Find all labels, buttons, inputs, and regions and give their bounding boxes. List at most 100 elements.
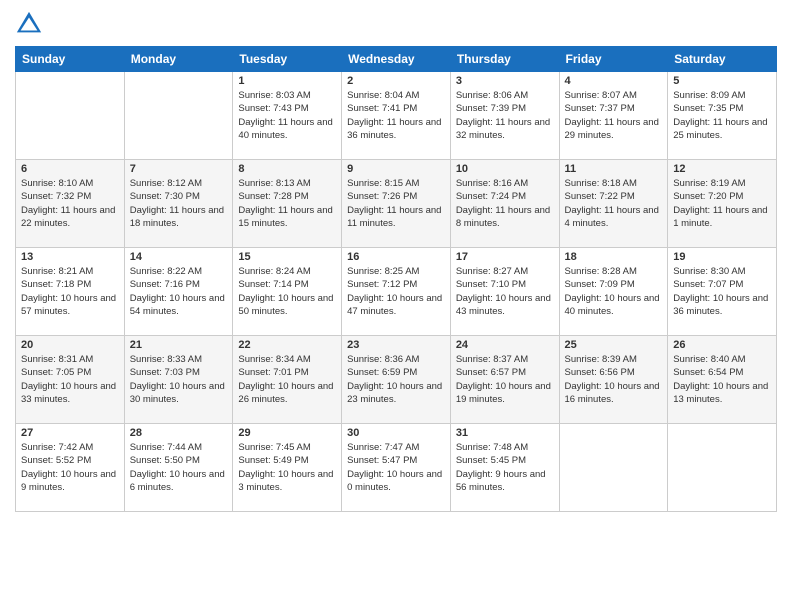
day-info: Sunrise: 8:40 AM Sunset: 6:54 PM Dayligh…	[673, 353, 771, 406]
day-number: 15	[238, 251, 336, 263]
weekday-header-tuesday: Tuesday	[233, 47, 342, 72]
day-number: 16	[347, 251, 445, 263]
day-cell: 27 Sunrise: 7:42 AM Sunset: 5:52 PM Dayli…	[16, 424, 125, 512]
day-cell: 17 Sunrise: 8:27 AM Sunset: 7:10 PM Dayli…	[450, 248, 559, 336]
day-info: Sunrise: 8:34 AM Sunset: 7:01 PM Dayligh…	[238, 353, 336, 406]
day-cell: 11 Sunrise: 8:18 AM Sunset: 7:22 PM Dayli…	[559, 160, 668, 248]
calendar-table: SundayMondayTuesdayWednesdayThursdayFrid…	[15, 46, 777, 512]
day-number: 8	[238, 163, 336, 175]
day-cell: 10Sunrise: 8:16 AM Sunset: 7:24 PM Dayli…	[450, 160, 559, 248]
day-cell: 1 Sunrise: 8:03 AM Sunset: 7:43 PM Daylig…	[233, 72, 342, 160]
day-cell: 12Sunrise: 8:19 AM Sunset: 7:20 PM Dayli…	[668, 160, 777, 248]
day-info: Sunrise: 7:47 AM Sunset: 5:47 PM Dayligh…	[347, 441, 445, 494]
day-info: Sunrise: 8:21 AM Sunset: 7:18 PM Dayligh…	[21, 265, 119, 318]
day-cell: 24 Sunrise: 8:37 AM Sunset: 6:57 PM Dayli…	[450, 336, 559, 424]
day-info: Sunrise: 8:25 AM Sunset: 7:12 PM Dayligh…	[347, 265, 445, 318]
day-cell	[668, 424, 777, 512]
day-info: Sunrise: 8:36 AM Sunset: 6:59 PM Dayligh…	[347, 353, 445, 406]
day-info: Sunrise: 8:12 AM Sunset: 7:30 PM Dayligh…	[130, 177, 228, 230]
day-cell: 21 Sunrise: 8:33 AM Sunset: 7:03 PM Dayli…	[124, 336, 233, 424]
day-number: 21	[130, 339, 228, 351]
day-number: 10	[456, 163, 554, 175]
week-row-1: 1 Sunrise: 8:03 AM Sunset: 7:43 PM Daylig…	[16, 72, 777, 160]
day-cell: 19Sunrise: 8:30 AM Sunset: 7:07 PM Dayli…	[668, 248, 777, 336]
day-info: Sunrise: 8:10 AM Sunset: 7:32 PM Dayligh…	[21, 177, 119, 230]
day-info: Sunrise: 8:18 AM Sunset: 7:22 PM Dayligh…	[565, 177, 663, 230]
day-info: Sunrise: 8:27 AM Sunset: 7:10 PM Dayligh…	[456, 265, 554, 318]
day-number: 4	[565, 75, 663, 87]
day-number: 28	[130, 427, 228, 439]
day-info: Sunrise: 7:45 AM Sunset: 5:49 PM Dayligh…	[238, 441, 336, 494]
header	[15, 10, 777, 38]
day-number: 11	[565, 163, 663, 175]
weekday-header-saturday: Saturday	[668, 47, 777, 72]
day-cell: 8 Sunrise: 8:13 AM Sunset: 7:28 PM Daylig…	[233, 160, 342, 248]
day-info: Sunrise: 7:48 AM Sunset: 5:45 PM Dayligh…	[456, 441, 554, 494]
day-info: Sunrise: 8:39 AM Sunset: 6:56 PM Dayligh…	[565, 353, 663, 406]
day-cell	[124, 72, 233, 160]
general-blue-icon	[15, 10, 43, 38]
day-info: Sunrise: 8:33 AM Sunset: 7:03 PM Dayligh…	[130, 353, 228, 406]
day-cell: 23 Sunrise: 8:36 AM Sunset: 6:59 PM Dayli…	[342, 336, 451, 424]
day-number: 24	[456, 339, 554, 351]
day-cell: 2 Sunrise: 8:04 AM Sunset: 7:41 PM Daylig…	[342, 72, 451, 160]
day-number: 18	[565, 251, 663, 263]
day-number: 25	[565, 339, 663, 351]
day-number: 13	[21, 251, 119, 263]
day-cell: 28 Sunrise: 7:44 AM Sunset: 5:50 PM Dayli…	[124, 424, 233, 512]
day-info: Sunrise: 8:04 AM Sunset: 7:41 PM Dayligh…	[347, 89, 445, 142]
logo	[15, 10, 47, 38]
day-cell: 3 Sunrise: 8:06 AM Sunset: 7:39 PM Daylig…	[450, 72, 559, 160]
page: SundayMondayTuesdayWednesdayThursdayFrid…	[0, 0, 792, 612]
day-cell: 6 Sunrise: 8:10 AM Sunset: 7:32 PM Daylig…	[16, 160, 125, 248]
day-number: 3	[456, 75, 554, 87]
day-cell: 15 Sunrise: 8:24 AM Sunset: 7:14 PM Dayli…	[233, 248, 342, 336]
weekday-header-monday: Monday	[124, 47, 233, 72]
day-number: 23	[347, 339, 445, 351]
week-row-2: 6 Sunrise: 8:10 AM Sunset: 7:32 PM Daylig…	[16, 160, 777, 248]
day-number: 19	[673, 251, 771, 263]
day-number: 1	[238, 75, 336, 87]
day-number: 30	[347, 427, 445, 439]
day-cell: 25 Sunrise: 8:39 AM Sunset: 6:56 PM Dayli…	[559, 336, 668, 424]
day-info: Sunrise: 8:07 AM Sunset: 7:37 PM Dayligh…	[565, 89, 663, 142]
day-info: Sunrise: 8:28 AM Sunset: 7:09 PM Dayligh…	[565, 265, 663, 318]
day-cell: 20Sunrise: 8:31 AM Sunset: 7:05 PM Dayli…	[16, 336, 125, 424]
day-info: Sunrise: 7:44 AM Sunset: 5:50 PM Dayligh…	[130, 441, 228, 494]
day-cell: 31 Sunrise: 7:48 AM Sunset: 5:45 PM Dayli…	[450, 424, 559, 512]
day-number: 6	[21, 163, 119, 175]
day-info: Sunrise: 8:15 AM Sunset: 7:26 PM Dayligh…	[347, 177, 445, 230]
day-info: Sunrise: 7:42 AM Sunset: 5:52 PM Dayligh…	[21, 441, 119, 494]
day-cell: 13 Sunrise: 8:21 AM Sunset: 7:18 PM Dayli…	[16, 248, 125, 336]
day-info: Sunrise: 8:13 AM Sunset: 7:28 PM Dayligh…	[238, 177, 336, 230]
week-row-5: 27 Sunrise: 7:42 AM Sunset: 5:52 PM Dayli…	[16, 424, 777, 512]
day-info: Sunrise: 8:09 AM Sunset: 7:35 PM Dayligh…	[673, 89, 771, 142]
day-number: 14	[130, 251, 228, 263]
day-number: 9	[347, 163, 445, 175]
day-info: Sunrise: 8:24 AM Sunset: 7:14 PM Dayligh…	[238, 265, 336, 318]
week-row-3: 13 Sunrise: 8:21 AM Sunset: 7:18 PM Dayli…	[16, 248, 777, 336]
day-info: Sunrise: 8:06 AM Sunset: 7:39 PM Dayligh…	[456, 89, 554, 142]
week-row-4: 20Sunrise: 8:31 AM Sunset: 7:05 PM Dayli…	[16, 336, 777, 424]
day-cell: 26 Sunrise: 8:40 AM Sunset: 6:54 PM Dayli…	[668, 336, 777, 424]
weekday-header-thursday: Thursday	[450, 47, 559, 72]
day-info: Sunrise: 8:22 AM Sunset: 7:16 PM Dayligh…	[130, 265, 228, 318]
day-cell: 18 Sunrise: 8:28 AM Sunset: 7:09 PM Dayli…	[559, 248, 668, 336]
weekday-header-friday: Friday	[559, 47, 668, 72]
day-number: 7	[130, 163, 228, 175]
day-number: 26	[673, 339, 771, 351]
weekday-header-wednesday: Wednesday	[342, 47, 451, 72]
weekday-header-row: SundayMondayTuesdayWednesdayThursdayFrid…	[16, 47, 777, 72]
day-number: 31	[456, 427, 554, 439]
day-cell	[559, 424, 668, 512]
day-info: Sunrise: 8:03 AM Sunset: 7:43 PM Dayligh…	[238, 89, 336, 142]
day-info: Sunrise: 8:37 AM Sunset: 6:57 PM Dayligh…	[456, 353, 554, 406]
day-number: 2	[347, 75, 445, 87]
day-number: 27	[21, 427, 119, 439]
day-cell: 16 Sunrise: 8:25 AM Sunset: 7:12 PM Dayli…	[342, 248, 451, 336]
day-cell: 22Sunrise: 8:34 AM Sunset: 7:01 PM Dayli…	[233, 336, 342, 424]
day-cell: 5Sunrise: 8:09 AM Sunset: 7:35 PM Daylig…	[668, 72, 777, 160]
day-cell: 29 Sunrise: 7:45 AM Sunset: 5:49 PM Dayli…	[233, 424, 342, 512]
day-number: 17	[456, 251, 554, 263]
day-number: 29	[238, 427, 336, 439]
